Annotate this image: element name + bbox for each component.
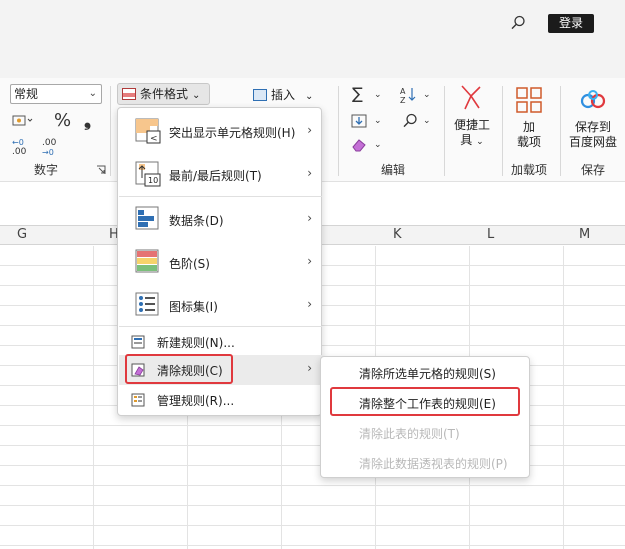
search-icon[interactable] — [509, 14, 527, 32]
dialog-launcher-icon[interactable] — [96, 165, 106, 175]
quick-tools-button[interactable]: 便捷工 具 ⌄ — [452, 118, 492, 150]
icon-sets-icon — [135, 292, 159, 316]
baidu-cloud-icon[interactable] — [579, 88, 607, 112]
sort-filter-icon[interactable]: A Z — [399, 86, 419, 104]
clear-rules-submenu: 清除所选单元格的规则(S) 清除整个工作表的规则(E) 清除此表的规则(T) 清… — [320, 356, 530, 478]
number-format-value: 常规 — [14, 87, 39, 101]
login-button[interactable]: 登录 — [548, 14, 594, 33]
column-header-m[interactable]: M — [579, 227, 590, 242]
insert-label: 插入 — [271, 88, 296, 102]
chevron-right-icon: › — [307, 361, 312, 375]
group-label-edit: 编辑 — [381, 163, 406, 177]
title-bar: 登录 — [0, 0, 625, 78]
submenu-item-clear-pivot: 清除此数据透视表的规则(P) — [359, 457, 508, 471]
chevron-right-icon: › — [307, 211, 312, 225]
menu-item-new-rule[interactable]: 新建规则(N)... — [119, 329, 322, 355]
svg-text:A: A — [400, 87, 406, 96]
menu-item-clear-rules[interactable]: 清除规则(C) › — [119, 354, 322, 385]
menu-item-data-bars[interactable]: 数据条(D) › — [119, 198, 322, 240]
insert-cells-icon — [253, 89, 267, 101]
menu-item-icon-sets[interactable]: 图标集(I) › — [119, 284, 322, 326]
group-label-number: 数字 — [34, 163, 59, 177]
clear-eraser-icon[interactable] — [351, 138, 367, 152]
svg-text:Z: Z — [400, 96, 406, 104]
insert-button[interactable]: 插入 ⌄ — [253, 86, 313, 103]
comma-button[interactable]: ❟ — [84, 110, 91, 131]
data-bars-icon — [135, 206, 159, 230]
quick-tools-icon[interactable] — [459, 84, 483, 112]
chevron-down-icon: ⌄ — [423, 90, 431, 100]
chevron-down-icon: ⌄ — [374, 90, 382, 100]
chevron-down-icon: ⌄ — [374, 116, 382, 126]
conditional-format-button[interactable]: 条件格式 ⌄ — [117, 83, 210, 105]
save-to-baidu-button[interactable]: 保存到 百度网盘 — [566, 120, 620, 150]
svg-text:<: < — [150, 134, 158, 144]
fill-down-icon[interactable] — [351, 114, 367, 128]
column-header-l[interactable]: L — [487, 227, 494, 242]
menu-item-highlight-rules[interactable]: < 突出显示单元格规则(H) › — [119, 110, 322, 152]
decrease-decimal-button[interactable]: .00 →0 — [42, 138, 64, 158]
highlight-cells-icon: < — [135, 118, 161, 144]
menu-item-manage-rules[interactable]: 管理规则(R)... — [119, 386, 322, 414]
menu-item-color-scales[interactable]: 色阶(S) › — [119, 241, 322, 283]
column-header-k[interactable]: K — [393, 227, 402, 242]
chevron-right-icon: › — [307, 254, 312, 268]
chevron-right-icon: › — [307, 297, 312, 311]
addins-button[interactable]: 加 载项 — [512, 120, 546, 150]
sum-icon[interactable]: ∑ — [352, 84, 363, 103]
group-label-save: 保存 — [581, 163, 606, 177]
conditional-format-label: 条件格式 — [140, 87, 189, 101]
increase-decimal-button[interactable]: ←0 .00 — [12, 138, 34, 158]
clear-sheet-highlight-box — [330, 387, 520, 416]
manage-rules-icon — [131, 393, 145, 407]
chevron-right-icon: › — [307, 166, 312, 180]
chevron-down-icon: ⌄ — [192, 90, 201, 101]
conditional-format-menu: < 突出显示单元格规则(H) › 10 最前/最后规则(T) › 数据条(D) … — [117, 107, 322, 416]
submenu-item-clear-table: 清除此表的规则(T) — [359, 427, 460, 441]
addins-icon[interactable] — [515, 86, 543, 114]
chevron-down-icon: ⌄ — [88, 88, 97, 99]
chevron-right-icon: › — [307, 123, 312, 137]
submenu-item-clear-selected[interactable]: 清除所选单元格的规则(S) — [359, 365, 496, 382]
group-label-addins: 加载项 — [511, 163, 548, 177]
find-icon[interactable] — [401, 112, 419, 130]
color-scales-icon — [135, 249, 159, 273]
new-rule-icon — [131, 335, 145, 349]
clear-rules-highlight-box — [125, 354, 233, 384]
chevron-down-icon: ⌄ — [423, 116, 431, 126]
conditional-format-icon — [122, 88, 136, 100]
percent-button[interactable]: % — [54, 110, 71, 131]
menu-item-topbottom-rules[interactable]: 10 最前/最后规则(T) › — [119, 153, 322, 195]
column-header-g[interactable]: G — [17, 227, 27, 242]
chevron-down-icon: ⌄ — [305, 91, 314, 102]
chevron-down-icon: ⌄ — [374, 140, 382, 150]
number-format-select[interactable]: 常规 ⌄ — [10, 84, 102, 104]
currency-format-icon[interactable] — [12, 114, 34, 128]
